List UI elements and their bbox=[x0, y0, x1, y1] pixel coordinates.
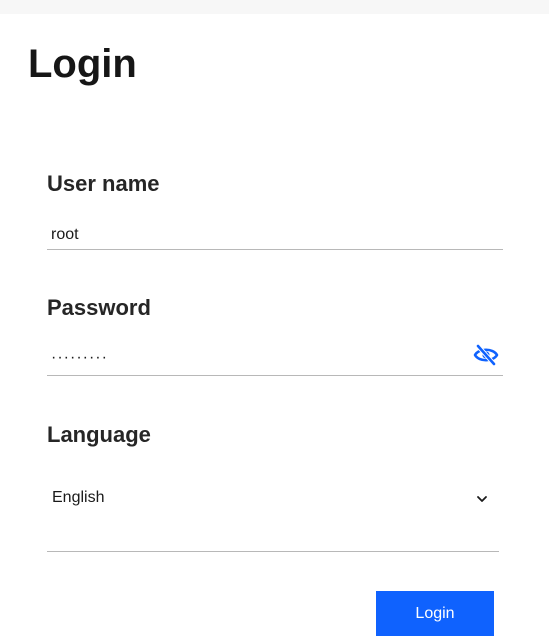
login-button[interactable]: Login bbox=[376, 591, 494, 636]
password-input[interactable] bbox=[47, 340, 503, 376]
page-title: Login bbox=[28, 42, 137, 86]
password-label: Password bbox=[47, 295, 151, 320]
language-selected-value: English bbox=[52, 489, 105, 506]
show-password-toggle[interactable] bbox=[470, 341, 502, 369]
chevron-down-icon bbox=[477, 496, 487, 502]
language-label: Language bbox=[47, 422, 151, 447]
language-select[interactable]: English bbox=[47, 476, 499, 552]
top-bar bbox=[0, 0, 549, 14]
eye-slash-icon bbox=[473, 344, 499, 366]
username-label: User name bbox=[47, 171, 160, 196]
username-input[interactable] bbox=[47, 220, 503, 250]
